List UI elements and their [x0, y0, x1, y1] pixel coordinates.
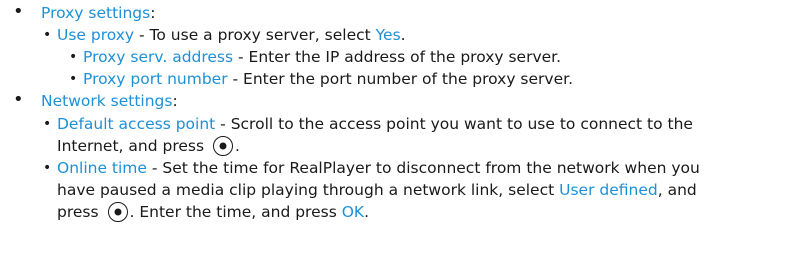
user-defined-option: User defined [559, 181, 658, 199]
default-access-point-term: Default access point [57, 115, 216, 133]
list-bullet: • [13, 1, 24, 22]
proxy-settings-item: Proxy settings: [41, 3, 155, 23]
proxy-port-description: - Enter the port number of the proxy ser… [227, 70, 574, 88]
select-key-icon [212, 136, 233, 156]
use-proxy-term: Use proxy [57, 26, 135, 44]
period: . [400, 26, 406, 44]
ok-option: OK [341, 203, 365, 221]
default-access-point-description-2: Internet, and press [57, 137, 209, 155]
colon: : [150, 4, 156, 22]
online-time-term: Online time [57, 159, 147, 177]
network-settings-item: Network settings: [41, 91, 178, 111]
use-proxy-item: Use proxy - To use a proxy server, selec… [57, 25, 406, 45]
proxy-settings-heading: Proxy settings [41, 4, 151, 22]
online-time-continued: have paused a media clip playing through… [57, 180, 697, 200]
default-access-point-continued: Internet, and press . [57, 136, 240, 156]
online-time-description-2: have paused a media clip playing through… [57, 181, 560, 199]
online-time-description-5: . Enter the time, and press [129, 203, 342, 221]
list-bullet: • [43, 27, 52, 43]
use-proxy-description: - To use a proxy server, select [134, 26, 376, 44]
online-time-item: Online time - Set the time for RealPlaye… [57, 158, 700, 178]
select-key-icon [107, 202, 128, 222]
online-time-description-4: press [57, 203, 104, 221]
online-time-description: - Set the time for RealPlayer to disconn… [146, 159, 700, 177]
proxy-port-term: Proxy port number [83, 70, 228, 88]
proxy-port-item: Proxy port number - Enter the port numbe… [83, 69, 573, 89]
online-time-description-3: , and [657, 181, 697, 199]
period: . [234, 137, 240, 155]
yes-option: Yes [375, 26, 401, 44]
default-access-point-item: Default access point - Scroll to the acc… [57, 114, 693, 134]
list-bullet: • [13, 89, 24, 110]
list-bullet: • [43, 116, 52, 132]
proxy-address-term: Proxy serv. address [83, 48, 234, 66]
list-bullet: • [43, 160, 52, 176]
list-bullet: • [69, 49, 78, 65]
colon: : [172, 92, 178, 110]
online-time-continued-2: press . Enter the time, and press OK. [57, 202, 369, 222]
proxy-address-item: Proxy serv. address - Enter the IP addre… [83, 47, 561, 67]
network-settings-heading: Network settings [41, 92, 173, 110]
proxy-address-description: - Enter the IP address of the proxy serv… [233, 48, 562, 66]
list-bullet: • [69, 71, 78, 87]
default-access-point-description: - Scroll to the access point you want to… [215, 115, 693, 133]
period: . [364, 203, 370, 221]
